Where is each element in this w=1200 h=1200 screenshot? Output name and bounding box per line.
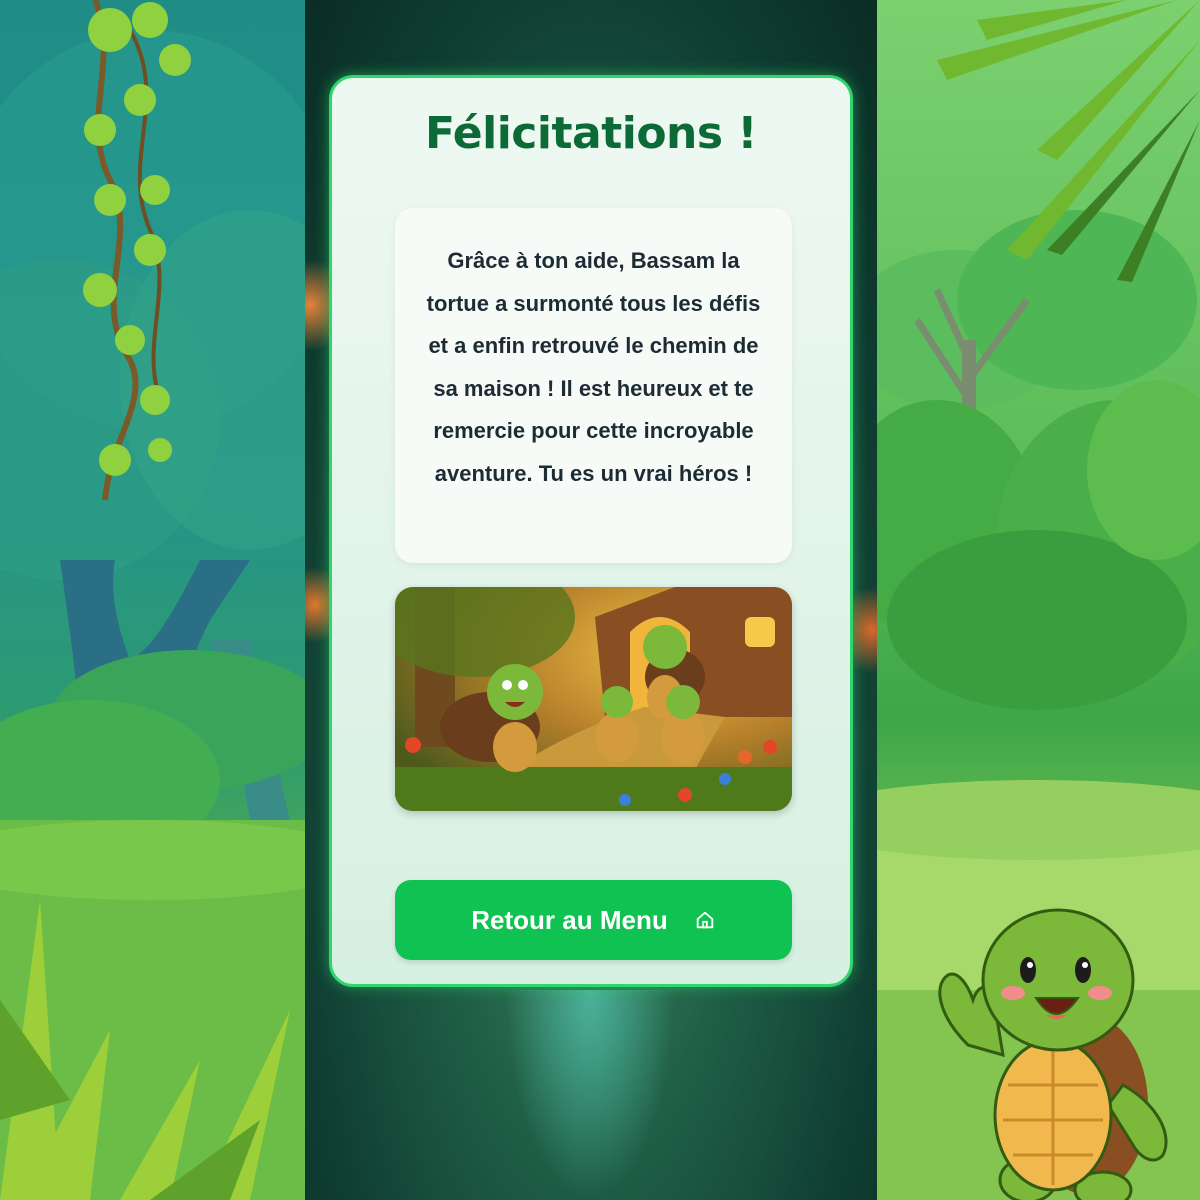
page-title: Félicitations !	[425, 108, 757, 159]
congratulations-card: Félicitations ! Grâce à ton aide, Bassam…	[329, 75, 853, 987]
left-jungle-background	[0, 0, 305, 1200]
back-to-menu-label: Retour au Menu	[471, 904, 668, 935]
turtle-mascot	[928, 905, 1178, 1200]
back-to-menu-button[interactable]: Retour au Menu	[395, 880, 792, 960]
message-box: Grâce à ton aide, Bassam la tortue a sur…	[395, 208, 792, 563]
congratulations-message: Grâce à ton aide, Bassam la tortue a sur…	[426, 248, 761, 486]
turtle-family-illustration	[395, 587, 792, 811]
home-icon	[696, 911, 713, 929]
